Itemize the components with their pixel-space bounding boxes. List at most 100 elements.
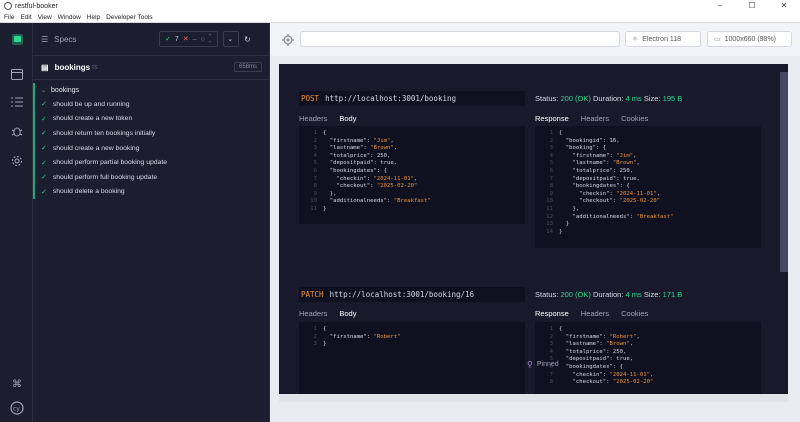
- svg-text:cy: cy: [13, 406, 20, 413]
- test-title: should create a new booking: [52, 144, 140, 152]
- duration-value: 4 ms: [625, 290, 642, 299]
- size-value: 171 B: [662, 290, 683, 299]
- passed-count: 7: [174, 35, 179, 43]
- browser-selector[interactable]: ⚛ Electron 118: [625, 31, 701, 47]
- specs-menu-icon[interactable]: ☰: [41, 35, 48, 44]
- suite-title-row[interactable]: ⌄ bookings: [33, 83, 270, 97]
- close-button[interactable]: ✕: [768, 0, 800, 12]
- window-title: restful-booker: [15, 2, 58, 10]
- app-icon: [4, 2, 12, 10]
- suite-title: bookings: [51, 86, 80, 94]
- tab-response[interactable]: Response: [535, 114, 569, 123]
- settings-gear-icon[interactable]: [10, 154, 24, 168]
- pinned-label: Pinned: [536, 361, 559, 368]
- chevron-down-icon: ⌄: [227, 36, 234, 43]
- test-row[interactable]: ✓ should perform full booking update: [33, 169, 270, 185]
- browser-label: Electron 118: [642, 35, 682, 43]
- pending-count: --: [208, 32, 212, 46]
- menu-file[interactable]: File: [4, 14, 14, 21]
- pending-circle-icon: ○: [200, 35, 205, 43]
- test-suite: ⌄ bookings ✓ should be up and running ✓ sh…: [33, 83, 270, 200]
- status-label: Status:: [535, 94, 559, 103]
- pass-check-icon: ✓: [41, 101, 47, 109]
- viewport-size-indicator[interactable]: ▭ 1000x660 (98%): [707, 31, 792, 47]
- test-title: should perform partial booking update: [52, 159, 167, 167]
- cypress-logo-icon[interactable]: [10, 32, 24, 46]
- viewport-icon: ▭: [714, 36, 721, 43]
- tab-headers[interactable]: Headers: [581, 114, 609, 123]
- fail-x-icon: ✕: [182, 36, 189, 43]
- status-code: 200 (OK): [560, 290, 591, 299]
- spec-title: bookings: [54, 63, 91, 72]
- app-iframe: POST http://localhost:3001/booking Statu…: [279, 64, 788, 394]
- menu-help[interactable]: Help: [87, 14, 100, 21]
- selector-playground-icon[interactable]: [282, 33, 294, 46]
- cypress-cy-logo-icon[interactable]: cy: [10, 401, 24, 415]
- test-row[interactable]: ✓ should delete a booking: [33, 184, 270, 200]
- test-title: should create a new token: [52, 115, 133, 123]
- tab-headers[interactable]: Headers: [299, 114, 327, 123]
- menu-window[interactable]: Window: [58, 14, 81, 21]
- status-code: 200 (OK): [560, 94, 591, 103]
- request-method: POST: [301, 94, 320, 103]
- request-line: POST http://localhost:3001/booking: [299, 91, 525, 106]
- tab-body[interactable]: Body: [339, 114, 356, 123]
- test-row[interactable]: ✓ should return ten bookings initially: [33, 126, 270, 141]
- maximize-button[interactable]: ☐: [736, 0, 768, 12]
- tab-response[interactable]: Response: [535, 309, 569, 318]
- minimize-button[interactable]: –: [704, 0, 736, 12]
- rerun-button[interactable]: ↻: [241, 31, 257, 47]
- chevron-down-icon: ⌄: [41, 87, 47, 94]
- preview-topbar: ⚛ Electron 118 ▭ 1000x660 (98%): [270, 23, 800, 56]
- request-url: http://localhost:3001/booking/16: [329, 290, 475, 299]
- vertical-scrollbar[interactable]: [780, 72, 788, 272]
- tab-headers[interactable]: Headers: [299, 309, 327, 318]
- response-body-code: 1{ 2 "firstname": "Robert", 3 "lastname"…: [535, 322, 761, 394]
- request-line: PATCH http://localhost:3001/booking/16: [299, 287, 525, 302]
- tab-cookies[interactable]: Cookies: [621, 309, 648, 318]
- test-row[interactable]: ✓ should be up and running: [33, 97, 270, 112]
- test-row[interactable]: ✓ should create a new token: [33, 111, 270, 127]
- auto-scroll-toggle[interactable]: ⌄: [223, 31, 240, 47]
- specs-header-label: Specs: [54, 34, 77, 44]
- request-url: http://localhost:3001/booking: [325, 94, 457, 103]
- test-row[interactable]: ✓ should perform partial booking update: [33, 155, 270, 170]
- tab-body[interactable]: Body: [339, 309, 356, 318]
- request-body-code: 1{ 2 "firstname": "Robert" 3}: [299, 322, 525, 394]
- status-label: Status:: [535, 290, 559, 299]
- response-status: Status: 200 (OK) Duration: 4 ms Size: 17…: [535, 290, 682, 299]
- menu-developer-tools[interactable]: Developer Tools: [106, 14, 153, 21]
- specs-list-icon[interactable]: [10, 95, 24, 109]
- keyboard-shortcuts-icon[interactable]: ⌘: [10, 377, 24, 391]
- pin-icon: ⚲: [527, 360, 533, 369]
- duration-label: Duration:: [592, 290, 624, 299]
- viewport-label: 1000x660 (98%): [724, 35, 776, 43]
- url-input[interactable]: [300, 31, 620, 47]
- menu-view[interactable]: View: [38, 14, 52, 21]
- spec-title-row[interactable]: ▤ bookings ts 658ms: [33, 56, 270, 80]
- response-body-code: 1{ 2 "bookingid": 16, 3 "booking": { 4 "…: [535, 126, 761, 248]
- test-title: should perform full booking update: [52, 173, 158, 181]
- size-value: 195 B: [662, 94, 683, 103]
- test-title: should be up and running: [52, 100, 130, 108]
- pass-check-icon: ✓: [41, 115, 47, 123]
- tab-headers[interactable]: Headers: [581, 309, 609, 318]
- runs-icon[interactable]: [10, 67, 24, 81]
- menu-edit[interactable]: Edit: [20, 14, 31, 21]
- size-label: Size:: [643, 94, 661, 103]
- pass-check-icon: ✓: [41, 130, 47, 138]
- app-preview: POST http://localhost:3001/booking Statu…: [270, 56, 800, 422]
- test-row[interactable]: ✓ should create a new booking: [33, 140, 270, 156]
- debug-bug-icon[interactable]: [10, 124, 24, 138]
- refresh-icon: ↻: [244, 34, 251, 44]
- response-tabs: Response Headers Cookies: [535, 309, 648, 318]
- size-label: Size:: [643, 290, 661, 299]
- response-status: Status: 200 (OK) Duration: 4 ms Size: 19…: [535, 94, 682, 103]
- pass-check-icon: ✓: [41, 188, 47, 196]
- window-titlebar: restful-booker – ☐ ✕: [0, 0, 800, 12]
- horizontal-scrollbar[interactable]: [279, 394, 788, 402]
- pass-check-icon: ✓: [41, 145, 47, 153]
- tab-cookies[interactable]: Cookies: [621, 114, 648, 123]
- electron-browser-icon: ⚛: [632, 36, 639, 43]
- window-controls: – ☐ ✕: [704, 0, 800, 12]
